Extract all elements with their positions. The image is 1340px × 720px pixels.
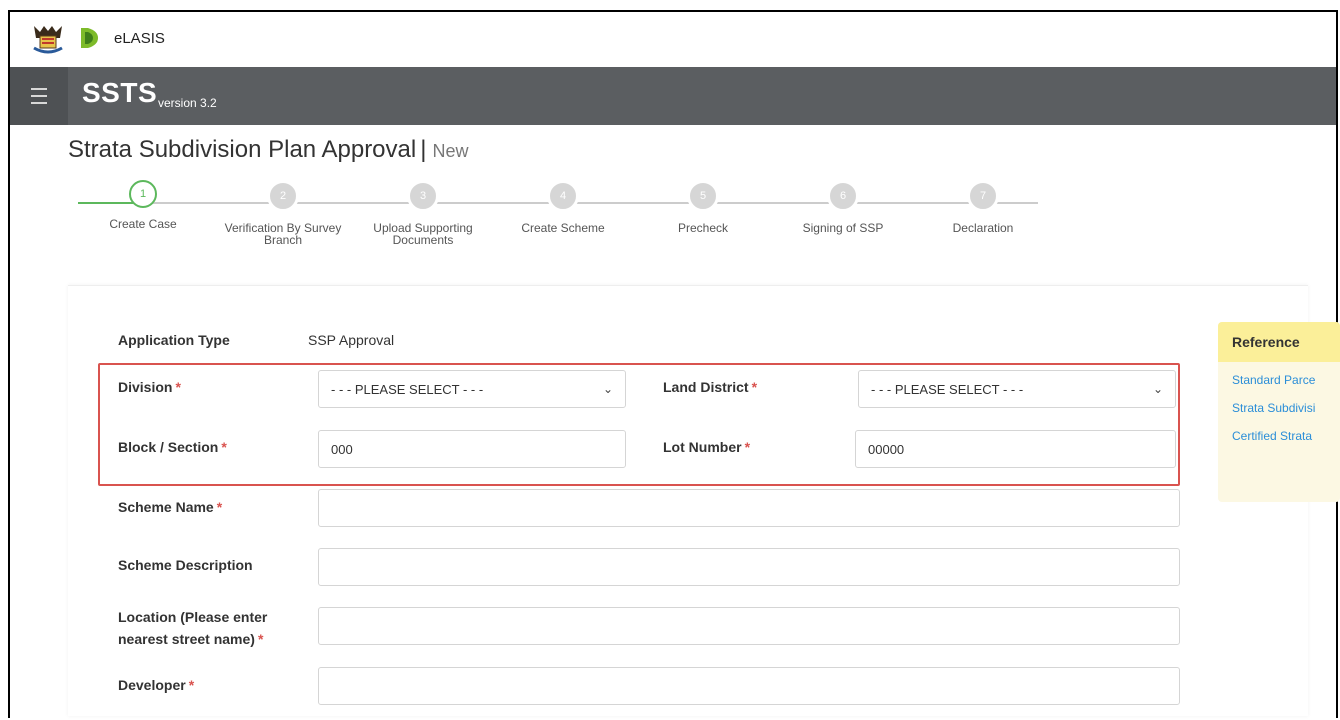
step-label: Create Case	[109, 217, 177, 231]
step-signing-ssp[interactable]: 6 Signing of SSP	[778, 180, 908, 234]
division-select[interactable]: - - - PLEASE SELECT - - - ⌄	[318, 370, 626, 408]
page-status: New	[432, 141, 469, 161]
division-selected: - - - PLEASE SELECT - - -	[331, 381, 484, 397]
page-title-text: Strata Subdivision Plan Approval	[68, 136, 417, 163]
chevron-down-icon: ⌄	[1152, 382, 1163, 396]
land-district-selected: - - - PLEASE SELECT - - -	[871, 381, 1024, 397]
step-label: Signing of SSP	[802, 221, 884, 235]
location-label: Location (Please enter nearest street nam…	[118, 609, 268, 647]
location-input[interactable]	[318, 607, 1180, 645]
application-form: Application Type SSP Approval Division * …	[68, 285, 1308, 716]
step-label: Upload Supporting Documents	[373, 221, 473, 247]
app-name: eLASIS	[114, 30, 165, 47]
progress-stepper: 1 Create Case 2 Verification By Survey B…	[68, 180, 1048, 260]
step-label: Verification By Survey Branch	[224, 221, 342, 247]
state-crest-icon	[33, 26, 63, 54]
step-create-scheme[interactable]: 4 Create Scheme	[498, 180, 628, 234]
step-number: 1	[129, 180, 157, 208]
division-label: Division *	[118, 379, 181, 395]
step-number: 6	[827, 180, 859, 212]
scheme-description-label: Scheme Description	[118, 557, 253, 573]
reference-link-certified-strata[interactable]: Certified Strata	[1218, 422, 1340, 450]
system-name: SSTS	[82, 77, 158, 108]
step-number: 2	[267, 180, 299, 212]
lot-number-input[interactable]	[855, 430, 1176, 468]
block-section-input[interactable]	[318, 430, 626, 468]
lot-number-label: Lot Number *	[663, 439, 751, 455]
step-declaration[interactable]: 7 Declaration	[918, 180, 1048, 234]
step-number: 7	[967, 180, 999, 212]
reference-link-standard-parcel[interactable]: Standard Parce	[1218, 366, 1340, 394]
elasis-logo-icon	[81, 28, 98, 48]
step-label: Declaration	[952, 221, 1014, 235]
step-create-case[interactable]: 1 Create Case	[78, 180, 208, 230]
step-precheck[interactable]: 5 Precheck	[638, 180, 768, 234]
scheme-name-label: Scheme Name *	[118, 499, 223, 515]
step-number: 4	[547, 180, 579, 212]
system-version: version 3.2	[158, 96, 217, 110]
application-type-label: Application Type	[118, 332, 230, 348]
scheme-name-input[interactable]	[318, 489, 1180, 527]
step-upload-documents[interactable]: 3 Upload Supporting Documents	[358, 180, 488, 246]
developer-input[interactable]	[318, 667, 1180, 705]
brand-bar: eLASIS	[10, 12, 1336, 67]
reference-title: Reference	[1218, 322, 1340, 362]
block-section-label: Block / Section *	[118, 439, 227, 455]
land-district-select[interactable]: - - - PLEASE SELECT - - - ⌄	[858, 370, 1176, 408]
application-type-value: SSP Approval	[308, 332, 395, 348]
step-label: Precheck	[677, 221, 729, 235]
step-number: 3	[407, 180, 439, 212]
land-district-label: Land District *	[663, 379, 758, 395]
developer-label: Developer *	[118, 677, 195, 693]
chevron-down-icon: ⌄	[602, 382, 613, 396]
step-label: Create Scheme	[521, 221, 605, 235]
title-separator: |	[420, 136, 427, 163]
hamburger-icon[interactable]	[10, 67, 68, 125]
top-header: SSTS version 3.2	[10, 67, 1336, 125]
reference-link-strata-subdivision[interactable]: Strata Subdivisi	[1218, 394, 1340, 422]
step-verification[interactable]: 2 Verification By Survey Branch	[218, 180, 348, 246]
reference-panel: Reference Standard Parce Strata Subdivis…	[1218, 322, 1340, 502]
scheme-description-input[interactable]	[318, 548, 1180, 586]
page-title: Strata Subdivision Plan Approval | New	[68, 136, 468, 164]
step-number: 5	[687, 180, 719, 212]
